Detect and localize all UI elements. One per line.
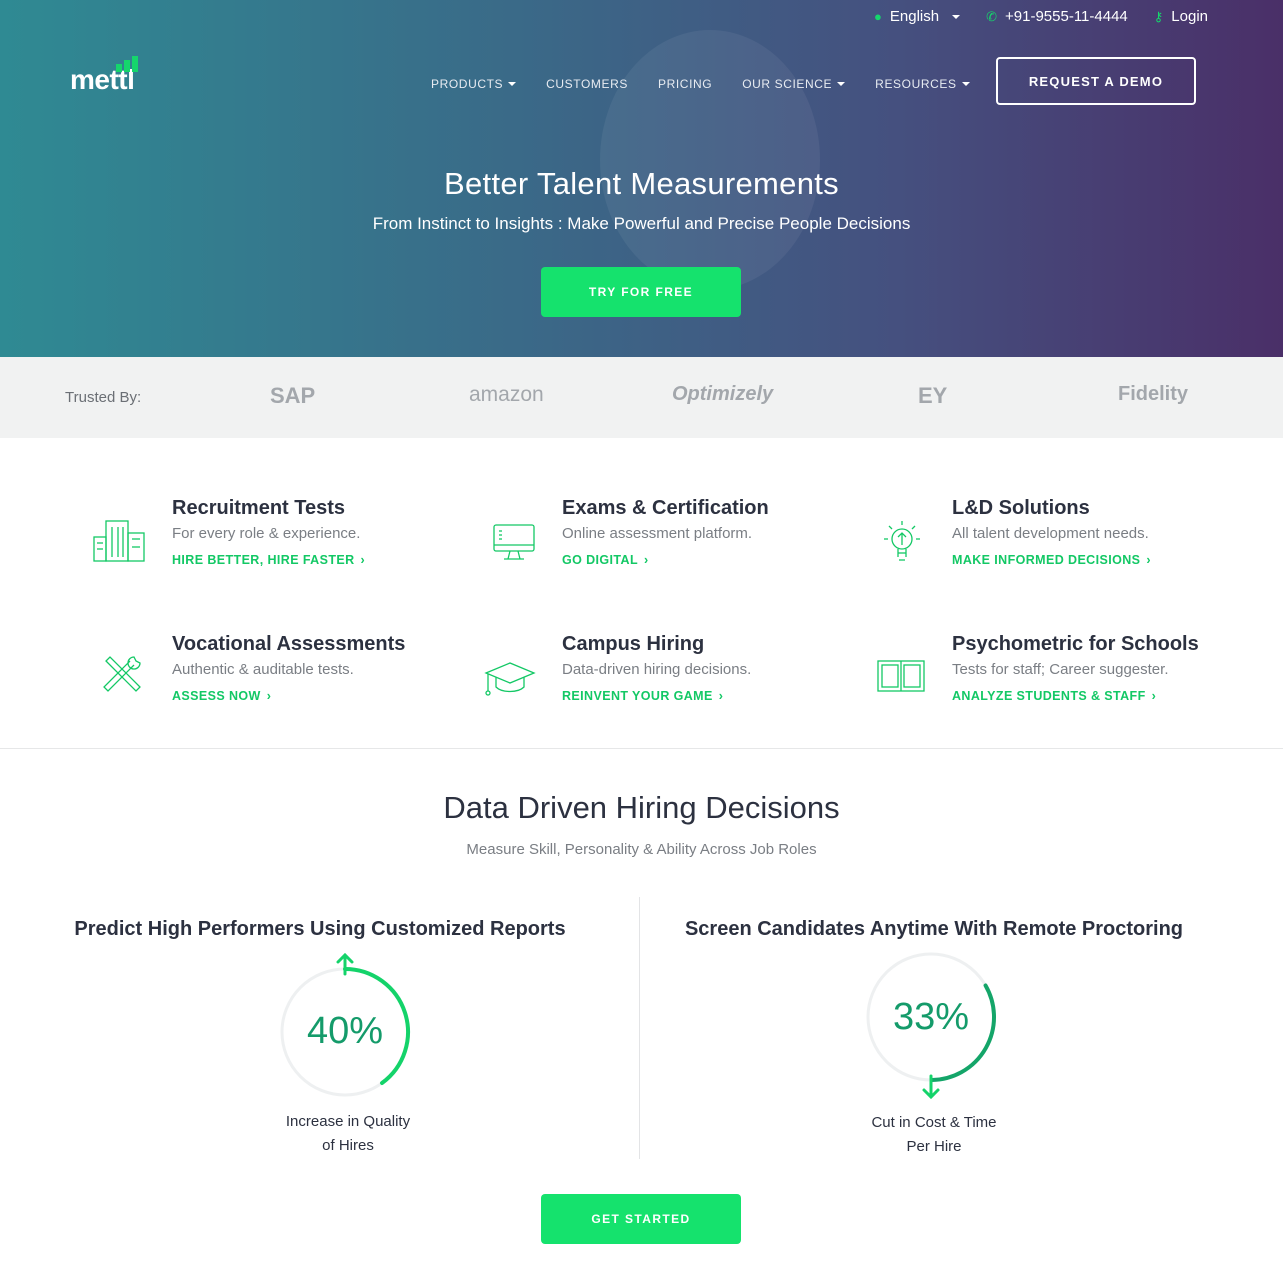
stat-caption-cost: Cut in Cost & Time Per Hire — [834, 1111, 1034, 1159]
phone-number: +91-9555-11-4444 — [1005, 8, 1128, 25]
globe-icon: ● — [874, 9, 882, 24]
stat-caption-quality: Increase in Quality of Hires — [248, 1110, 448, 1158]
hero-subtitle: From Instinct to Insights : Make Powerfu… — [372, 214, 911, 233]
key-icon: ⚷ — [1153, 8, 1164, 24]
request-demo-button[interactable]: REQUEST A DEMO — [996, 57, 1196, 105]
login-link[interactable]: ⚷ Login — [1154, 8, 1208, 25]
caption-line: Increase in Quality — [285, 1113, 411, 1130]
feature-link-go-digital[interactable]: GO DIGITAL › — [562, 553, 649, 567]
login-label: Login — [1171, 8, 1208, 25]
feature-link-analyze-students-staff[interactable]: ANALYZE STUDENTS & STAFF › — [952, 689, 1156, 703]
feature-desc: Data-driven hiring decisions. — [562, 661, 752, 678]
nav-customers-label: CUSTOMERS — [546, 77, 628, 91]
phone-icon: ✆ — [986, 8, 998, 24]
feature-ld-solutions: L&D Solutions All talent development nee… — [872, 497, 1232, 587]
caret-down-icon — [837, 82, 846, 86]
nav-our-science[interactable]: OUR SCIENCE — [742, 77, 846, 91]
get-started-button[interactable]: GET STARTED — [541, 1194, 741, 1244]
feature-link-make-informed-decisions[interactable]: MAKE INFORMED DECISIONS › — [952, 553, 1151, 567]
chevron-right-icon: › — [360, 553, 366, 567]
feature-link-reinvent-your-game[interactable]: REINVENT YOUR GAME › — [562, 689, 723, 703]
feature-desc: Online assessment platform. — [562, 525, 753, 542]
stat-title-screen: Screen Candidates Anytime With Remote Pr… — [684, 918, 1184, 940]
feature-recruitment-tests: Recruitment Tests For every role & exper… — [92, 497, 452, 587]
phone-link[interactable]: ✆ +91-9555-11-4444 — [986, 8, 1128, 25]
nav-resources[interactable]: RESOURCES — [875, 77, 970, 91]
stat-ring-quality: 40% — [280, 952, 430, 1112]
language-label: English — [889, 8, 940, 25]
feature-desc: Tests for staff; Career suggester. — [952, 661, 1169, 678]
trusted-label: Trusted By: — [65, 389, 142, 406]
trusted-by-strip: Trusted By: SAP amazon Optimizely EY Fid… — [0, 357, 1283, 438]
feature-title: Vocational Assessments — [172, 633, 406, 655]
feature-link-label: ANALYZE STUDENTS & STAFF — [952, 689, 1146, 703]
nav-pricing[interactable]: PRICING — [658, 77, 712, 91]
feature-link-label: HIRE BETTER, HIRE FASTER — [172, 553, 355, 567]
language-selector[interactable]: ● English — [874, 8, 961, 25]
brand-logo-amazon: amazon — [469, 383, 544, 406]
open-book-icon — [877, 660, 925, 692]
hero-title: Better Talent Measurements — [444, 166, 839, 201]
feature-link-hire-better[interactable]: HIRE BETTER, HIRE FASTER › — [172, 553, 365, 567]
graduation-cap-icon — [484, 662, 536, 696]
feature-campus-hiring: Campus Hiring Data-driven hiring decisio… — [482, 633, 842, 723]
feature-link-label: GO DIGITAL — [562, 553, 638, 567]
section-title: Data Driven Hiring Decisions — [443, 790, 840, 825]
stat-title-predict: Predict High Performers Using Customized… — [74, 918, 566, 940]
feature-vocational-assessments: Vocational Assessments Authentic & audit… — [92, 633, 452, 723]
nav-resources-label: RESOURCES — [875, 77, 957, 91]
caption-line: Cut in Cost & Time — [871, 1114, 997, 1131]
feature-link-label: REINVENT YOUR GAME — [562, 689, 713, 703]
main-nav: PRODUCTS CUSTOMERS PRICING OUR SCIENCE R… — [431, 77, 970, 91]
logo-bars-icon — [116, 56, 138, 72]
try-for-free-button[interactable]: TRY FOR FREE — [541, 267, 741, 317]
chevron-right-icon: › — [1151, 689, 1157, 703]
feature-title: L&D Solutions — [952, 497, 1090, 519]
feature-title: Campus Hiring — [562, 633, 705, 655]
tools-icon — [103, 656, 141, 692]
brand-logo-fidelity: Fidelity — [1118, 383, 1189, 405]
chevron-right-icon: › — [266, 689, 272, 703]
feature-desc: All talent development needs. — [952, 525, 1149, 542]
nav-products-label: PRODUCTS — [431, 77, 504, 91]
feature-desc: For every role & experience. — [172, 525, 361, 542]
topbar: ● English ✆ +91-9555-11-4444 ⚷ Login — [874, 8, 1208, 25]
feature-title: Exams & Certification — [562, 497, 769, 519]
stat-value: 40% — [306, 1010, 384, 1052]
caption-line: Per Hire — [906, 1138, 962, 1155]
nav-customers[interactable]: CUSTOMERS — [546, 77, 628, 91]
caret-down-icon — [952, 14, 961, 19]
feature-title: Psychometric for Schools — [952, 633, 1199, 655]
feature-link-assess-now[interactable]: ASSESS NOW › — [172, 689, 271, 703]
brand-logo-ey: EY — [918, 383, 948, 408]
hero-background-figure — [600, 30, 820, 290]
mettl-logo[interactable]: mettl — [70, 56, 150, 96]
stat-ring-cost: 33% — [866, 940, 1016, 1100]
chevron-right-icon: › — [644, 553, 649, 567]
feature-desc: Authentic & auditable tests. — [172, 661, 354, 678]
stat-value: 33% — [892, 996, 970, 1038]
feature-exams-certification: Exams & Certification Online assessment … — [482, 497, 842, 587]
section-divider — [0, 748, 1283, 749]
chevron-right-icon: › — [718, 689, 724, 703]
section-subtitle: Measure Skill, Personality & Ability Acr… — [466, 841, 817, 858]
feature-title: Recruitment Tests — [172, 497, 346, 519]
buildings-icon — [93, 520, 145, 562]
brand-logo-sap: SAP — [270, 383, 316, 408]
nav-our-science-label: OUR SCIENCE — [742, 77, 833, 91]
feature-psychometric-schools: Psychometric for Schools Tests for staff… — [872, 633, 1232, 723]
chevron-right-icon: › — [1146, 553, 1151, 567]
feature-link-label: ASSESS NOW — [172, 689, 261, 703]
brand-logo-optimizely: Optimizely — [672, 383, 774, 405]
lightbulb-icon — [884, 521, 920, 561]
nav-pricing-label: PRICING — [658, 77, 713, 91]
hero-banner: ● English ✆ +91-9555-11-4444 ⚷ Login met… — [0, 0, 1283, 357]
caret-down-icon — [508, 82, 517, 86]
monitor-icon — [493, 524, 535, 560]
feature-link-label: MAKE INFORMED DECISIONS — [952, 553, 1141, 567]
caret-down-icon — [961, 82, 970, 86]
caption-line: of Hires — [322, 1137, 374, 1154]
nav-products[interactable]: PRODUCTS — [431, 77, 517, 91]
